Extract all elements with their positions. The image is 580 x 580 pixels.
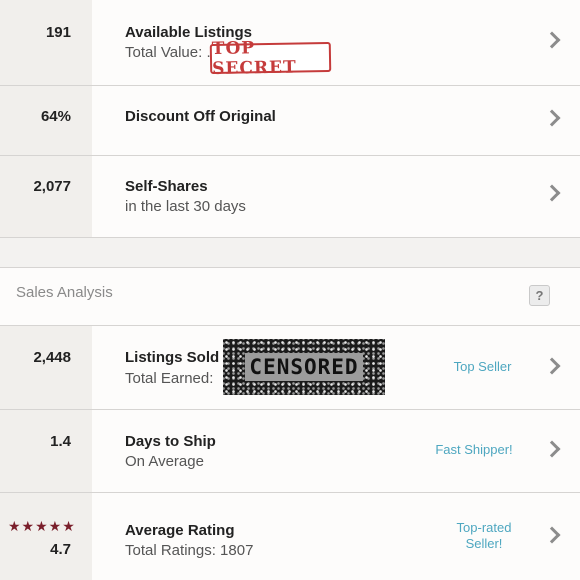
sales-analysis-title: Sales Analysis [16,284,113,301]
days-to-ship-sub: On Average [125,453,204,470]
stat-column [0,0,92,85]
listings-sold-count: 2,448 [33,349,71,366]
censored-label: CENSORED [245,353,363,381]
days-to-ship-row[interactable]: 1.4 Days to Ship On Average Fast Shipper… [0,410,580,493]
top-rated-badge-line2: Seller! [465,536,503,551]
top-secret-stamp: TOP SECRET [209,38,332,79]
chevron-right-icon [543,31,561,49]
self-shares-period: in the last 30 days [125,198,246,215]
total-value-label: Total Value: . [125,44,211,61]
listings-sold-title: Listings Sold [125,349,220,366]
days-to-ship-value: 1.4 [50,433,71,450]
discount-row[interactable]: 64% Discount Off Original [0,86,580,156]
stat-column [0,493,92,580]
help-icon[interactable]: ? [529,285,550,306]
chevron-right-icon [543,526,561,544]
discount-title: Discount Off Original [125,108,276,125]
average-rating-title: Average Rating [125,522,235,539]
stat-column [0,156,92,237]
self-shares-row[interactable]: 2,077 Self-Shares in the last 30 days [0,156,580,238]
stat-column [0,326,92,409]
average-rating-row[interactable]: 4.7 Average Rating Total Ratings: 1807 T… [0,493,580,580]
chevron-right-icon [543,357,561,375]
discount-percent: 64% [40,108,71,125]
sales-analysis-header: Sales Analysis [0,268,580,326]
fast-shipper-badge: Fast Shipper! [435,442,513,457]
chevron-right-icon [543,184,561,202]
self-shares-title: Self-Shares [125,178,208,195]
days-to-ship-title: Days to Ship [125,433,216,450]
chevron-right-icon [543,109,561,127]
top-rated-badge-line1: Top-rated [456,520,512,535]
top-seller-badge: Top Seller [453,359,512,374]
total-ratings-label: Total Ratings: 1807 [125,542,254,559]
censored-block: CENSORED [223,339,385,395]
self-shares-count: 2,077 [33,178,71,195]
available-listings-count: 191 [45,24,71,41]
total-earned-label: Total Earned: [125,370,214,387]
section-gap [0,238,580,268]
star-rating-icons: ★★★★★ [8,518,76,534]
chevron-right-icon [543,440,561,458]
top-rated-badge: Top-rated Seller! [446,520,522,552]
stat-column [0,410,92,492]
average-rating-value: 4.7 [50,541,71,558]
